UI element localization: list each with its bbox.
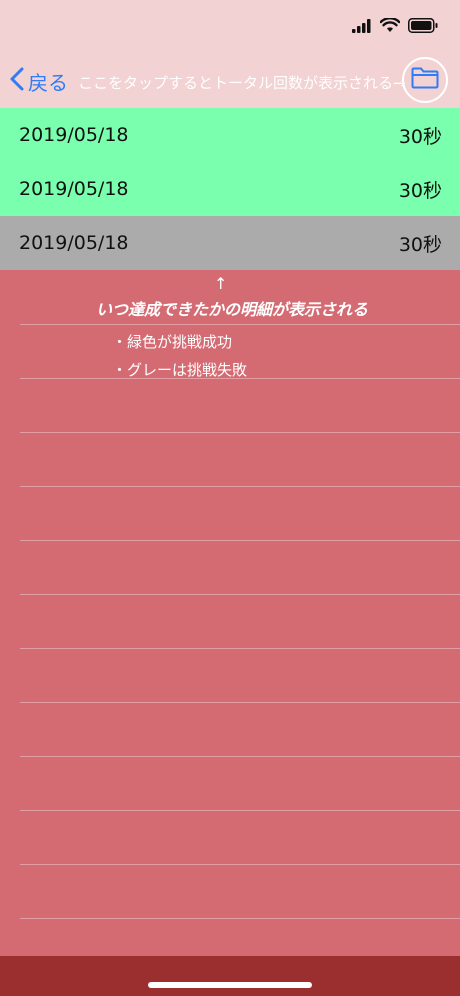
home-indicator[interactable] <box>148 982 312 988</box>
record-row[interactable]: 2019/05/18 30秒 <box>0 216 460 270</box>
cellular-signal-icon <box>352 18 372 37</box>
record-date: 2019/05/18 <box>19 124 129 146</box>
record-duration: 30秒 <box>398 179 442 202</box>
row-separator <box>20 864 460 865</box>
row-separator <box>20 648 460 649</box>
annotation-title: いつ達成できたかの明細が表示される <box>96 300 369 319</box>
wifi-icon <box>379 17 401 37</box>
record-date: 2019/05/18 <box>19 178 129 200</box>
record-date: 2019/05/18 <box>19 232 129 254</box>
row-separator <box>20 432 460 433</box>
legend-success: ・緑色が挑戦成功 <box>112 333 233 351</box>
status-icons <box>352 17 438 37</box>
record-row[interactable]: 2019/05/18 30秒 <box>0 162 460 216</box>
row-separator <box>20 540 460 541</box>
legend-failure: ・グレーは挑戦失敗 <box>112 361 248 379</box>
annotation-arrow: ↑ <box>214 274 228 293</box>
folder-button[interactable] <box>402 57 448 103</box>
row-separator <box>20 324 460 325</box>
record-duration: 30秒 <box>398 233 442 256</box>
record-row[interactable]: 2019/05/18 30秒 <box>0 108 460 162</box>
back-label: 戻る <box>28 70 68 95</box>
row-separator <box>20 594 460 595</box>
row-separator <box>20 756 460 757</box>
record-duration: 30秒 <box>398 125 442 148</box>
navigation-bar: 戻る ここをタップするとトータル回数が表示される→ <box>0 56 460 109</box>
back-button[interactable]: 戻る <box>10 66 68 96</box>
row-separator <box>20 486 460 487</box>
folder-icon <box>411 67 439 93</box>
chevron-left-icon <box>10 67 28 96</box>
battery-icon <box>408 18 438 37</box>
row-separator <box>20 702 460 703</box>
status-bar <box>0 0 460 56</box>
hint-text: ここをタップするとトータル回数が表示される→ <box>78 74 406 92</box>
bottom-bar <box>0 956 460 996</box>
row-separator <box>20 918 460 919</box>
row-separator <box>20 810 460 811</box>
